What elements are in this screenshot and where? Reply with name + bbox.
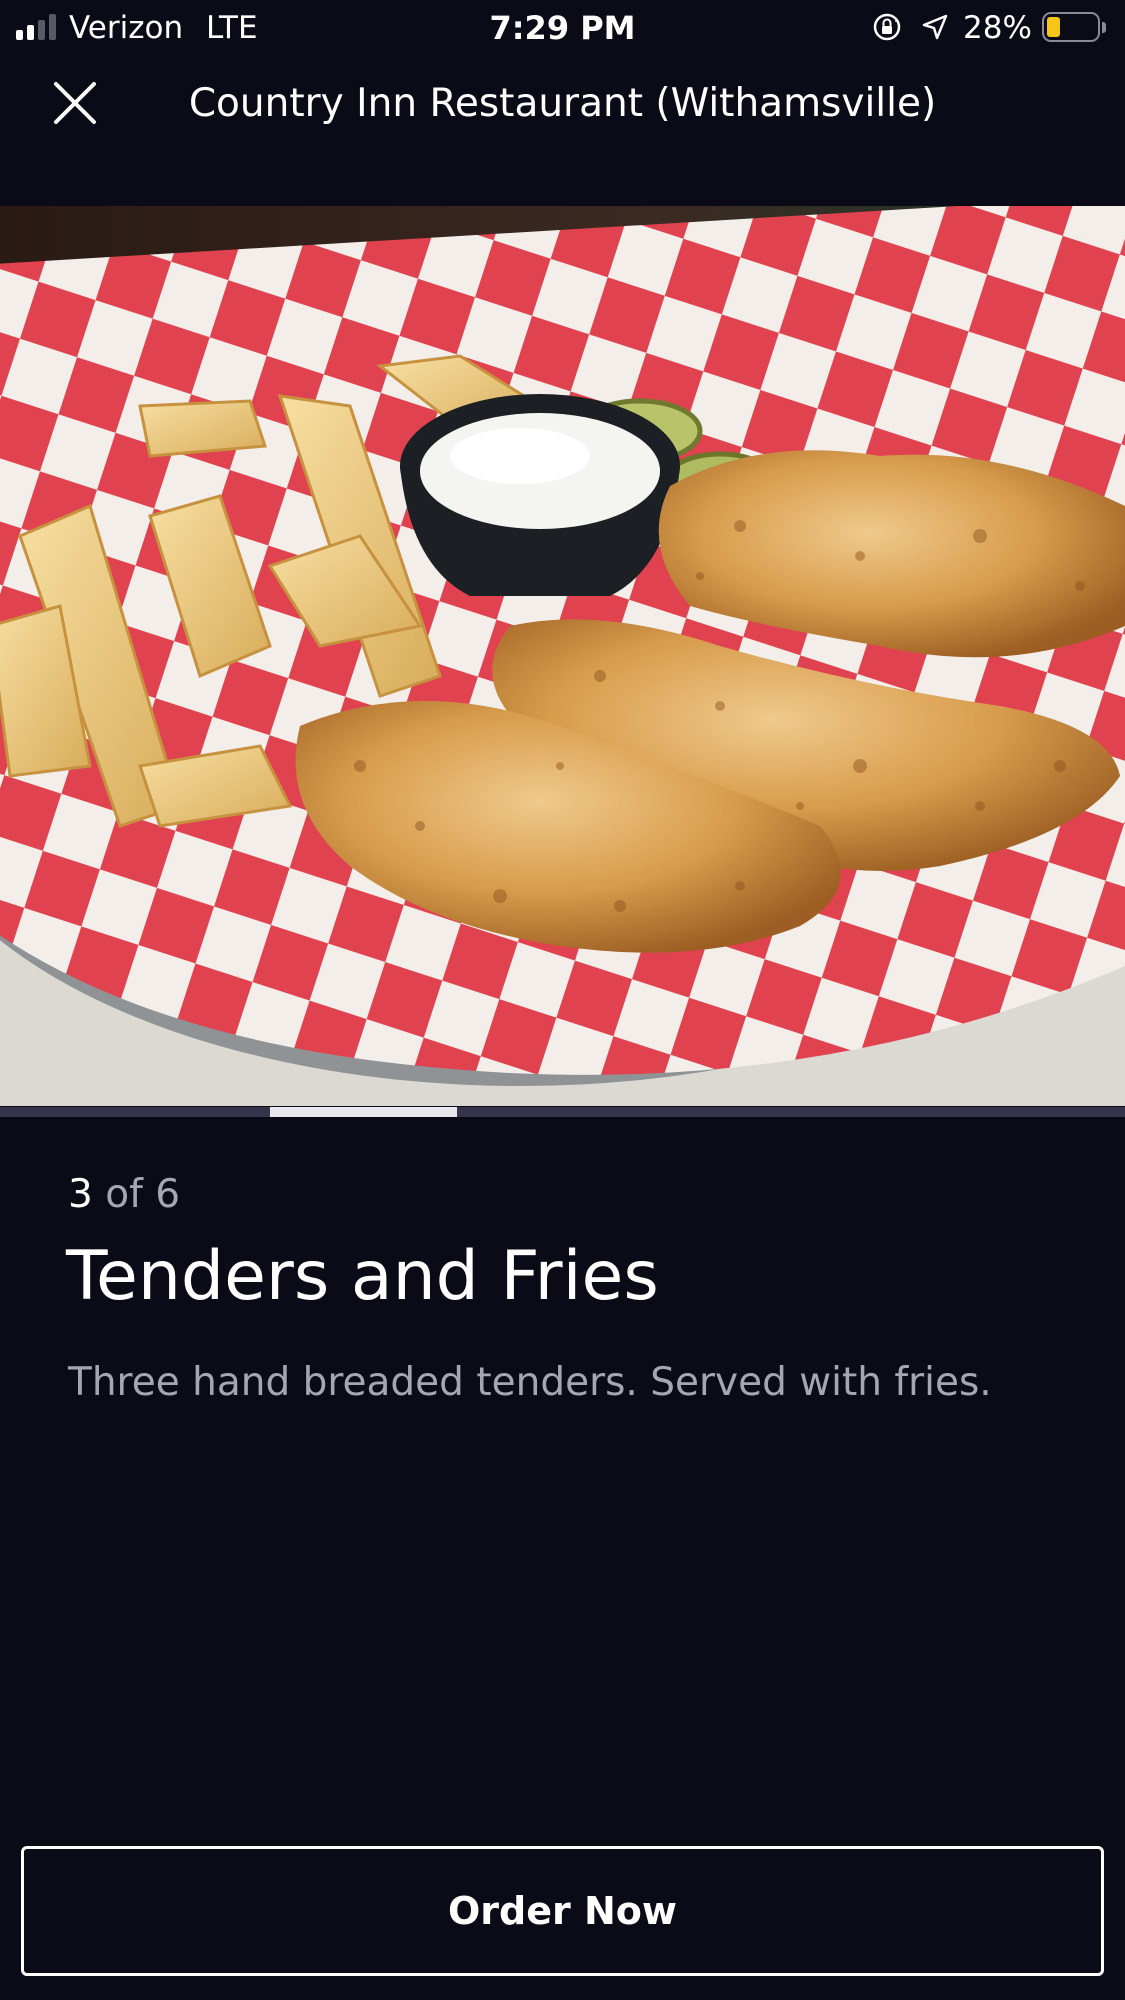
food-illustration [0, 206, 1125, 1106]
status-time: 7:29 PM [489, 9, 636, 47]
restaurant-title: Country Inn Restaurant (Withamsville) [188, 81, 937, 126]
item-photo[interactable] [0, 206, 1125, 1106]
order-now-button[interactable]: Order Now [21, 1846, 1104, 1976]
item-description: Three hand breaded tenders. Served with … [68, 1360, 992, 1405]
item-title: Tenders and Fries [66, 1237, 659, 1316]
item-detail-screen: Verizon LTE 7:29 PM 28% Country Inn Rest… [0, 0, 1125, 2000]
battery-percentage: 28% [963, 10, 1032, 46]
battery-level-fill [1047, 17, 1060, 37]
carousel-current-indicator [270, 1107, 457, 1117]
location-arrow-icon [922, 14, 948, 40]
carousel-progress [0, 1107, 1125, 1117]
orientation-lock-icon [873, 13, 901, 41]
battery-icon [1042, 12, 1108, 44]
status-bar: Verizon LTE 7:29 PM 28% [0, 0, 1125, 58]
photo-position: 3 of 6 [68, 1170, 180, 1220]
position-current: 3 [68, 1172, 93, 1217]
position-total: of 6 [105, 1172, 181, 1217]
